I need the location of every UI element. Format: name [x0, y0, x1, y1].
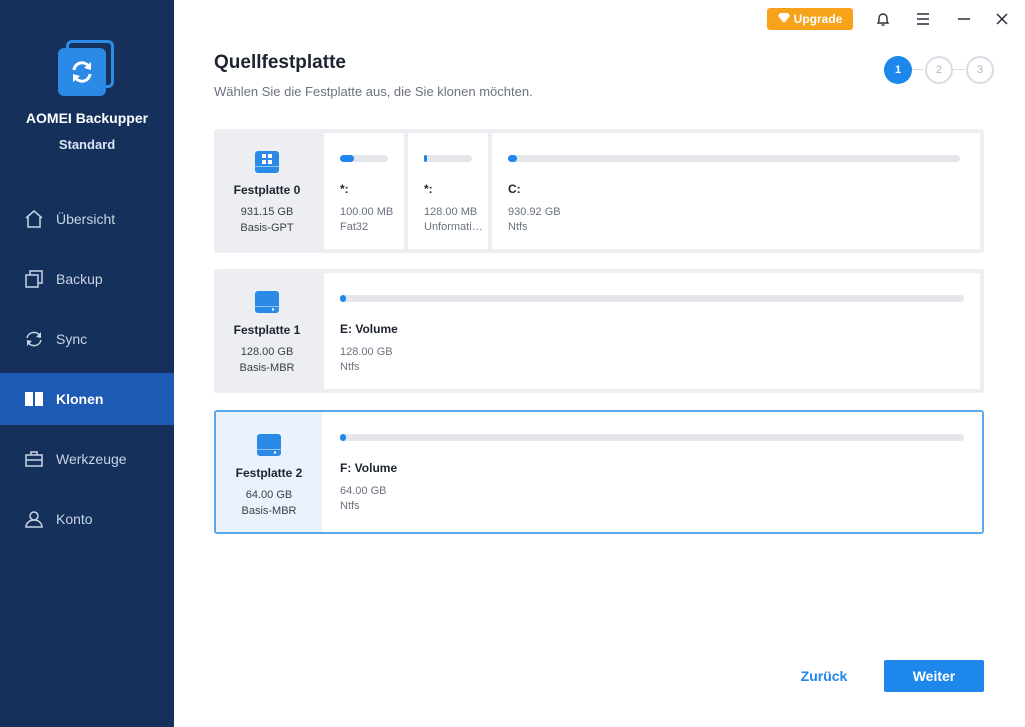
disk-info: Festplatte 2 64.00 GB Basis-MBR: [216, 412, 322, 532]
partition-usage-bar: [424, 155, 472, 162]
partition-size: 930.92 GB: [508, 206, 561, 218]
disk-icon: [257, 434, 281, 456]
partition-usage-bar: [340, 434, 964, 441]
next-button[interactable]: Weiter: [884, 660, 984, 692]
partition-size: 128.00 GB: [340, 346, 393, 358]
partition-filesystem: Unformatiert: [424, 221, 484, 233]
sidebar-item-label: Konto: [56, 511, 93, 527]
disk-type: Basis-GPT: [240, 222, 294, 234]
partition-filesystem: Ntfs: [508, 221, 528, 233]
app-logo: [58, 40, 116, 96]
menu-icon[interactable]: [912, 8, 934, 30]
sidebar: AOMEI Backupper Standard Übersicht Backu…: [0, 0, 174, 727]
upgrade-label: Upgrade: [793, 12, 843, 26]
user-icon: [24, 509, 44, 529]
partition-usage-fill: [340, 434, 347, 441]
upgrade-button[interactable]: Upgrade: [767, 8, 853, 30]
partition-label: F: Volume: [340, 461, 398, 475]
disk-name: Festplatte 2: [235, 466, 303, 480]
partition: E: Volume 128.00 GB Ntfs: [324, 273, 980, 389]
partition-usage-fill: [508, 155, 518, 162]
back-button[interactable]: Zurück: [790, 660, 858, 692]
step-3: 3: [966, 56, 994, 84]
bell-icon[interactable]: [872, 8, 894, 30]
partition-usage-bar: [340, 295, 964, 302]
partition-usage-bar: [340, 155, 388, 162]
toolbox-icon: [24, 449, 44, 469]
sync-arrows-icon: [72, 61, 92, 83]
clone-icon: [24, 389, 44, 409]
sidebar-item-label: Sync: [56, 331, 88, 347]
partition-label: C:: [508, 182, 521, 196]
partition: F: Volume 64.00 GB Ntfs: [324, 412, 982, 532]
disk-icon: [255, 291, 279, 313]
sidebar-item-werkzeuge[interactable]: Werkzeuge: [0, 433, 174, 485]
diamond-icon: [777, 12, 790, 26]
sidebar-item-label: Übersicht: [56, 211, 116, 227]
step-2: 2: [925, 56, 953, 84]
sidebar-item-klonen[interactable]: Klonen: [0, 373, 174, 425]
sidebar-item-label: Klonen: [56, 391, 104, 407]
partition: *: 128.00 MB Unformatiert: [408, 133, 488, 249]
sync-icon: [24, 329, 44, 349]
partition-usage-fill: [424, 155, 427, 162]
partition: *: 100.00 MB Fat32: [324, 133, 404, 249]
page-subtitle: Wählen Sie die Festplatte aus, die Sie k…: [214, 84, 533, 99]
partition-size: 128.00 MB: [424, 206, 478, 218]
disk-row-1[interactable]: Festplatte 1 128.00 GB Basis-MBR E: Volu…: [214, 269, 984, 393]
system-disk-icon: [255, 151, 279, 173]
partition-usage-fill: [340, 295, 347, 302]
disk-name: Festplatte 0: [233, 183, 301, 197]
app-name: AOMEI Backupper: [25, 110, 149, 126]
close-icon[interactable]: [991, 8, 1013, 30]
partition-filesystem: Ntfs: [340, 361, 360, 373]
partition-usage-fill: [340, 155, 355, 162]
disk-size: 128.00 GB: [240, 346, 294, 358]
sidebar-item-label: Werkzeuge: [56, 451, 127, 467]
partition-label: *:: [424, 182, 433, 196]
partition-filesystem: Fat32: [340, 221, 369, 233]
partition-label: *:: [340, 182, 349, 196]
partition-size: 64.00 GB: [340, 485, 387, 497]
disk-size: 931.15 GB: [240, 206, 294, 218]
step-1: 1: [884, 56, 912, 84]
app-edition: Standard: [58, 137, 116, 152]
disk-row-0[interactable]: Festplatte 0 931.15 GB Basis-GPT *: 100.…: [214, 129, 984, 253]
page-title: Quellfestplatte: [214, 52, 346, 73]
partition-size: 100.00 MB: [340, 206, 394, 218]
home-icon: [24, 209, 44, 229]
disk-size: 64.00 GB: [245, 489, 293, 501]
sidebar-item-sync[interactable]: Sync: [0, 313, 174, 365]
disk-type: Basis-MBR: [241, 505, 297, 517]
backup-icon: [24, 269, 44, 289]
sidebar-item-uebersicht[interactable]: Übersicht: [0, 193, 174, 245]
sidebar-item-backup[interactable]: Backup: [0, 253, 174, 305]
minimize-icon[interactable]: [953, 8, 975, 30]
partition: C: 930.92 GB Ntfs: [492, 133, 980, 249]
disk-info: Festplatte 0 931.15 GB Basis-GPT: [214, 129, 320, 253]
disk-row-2[interactable]: Festplatte 2 64.00 GB Basis-MBR F: Volum…: [214, 410, 984, 534]
step-indicator: 1 2 3: [884, 56, 994, 84]
disk-info: Festplatte 1 128.00 GB Basis-MBR: [214, 269, 320, 393]
disk-name: Festplatte 1: [233, 323, 301, 337]
partition-usage-bar: [508, 155, 960, 162]
partition-filesystem: Ntfs: [340, 500, 360, 512]
sidebar-item-label: Backup: [56, 271, 103, 287]
disk-type: Basis-MBR: [239, 362, 295, 374]
partition-label: E: Volume: [340, 322, 398, 336]
sidebar-item-konto[interactable]: Konto: [0, 493, 174, 545]
